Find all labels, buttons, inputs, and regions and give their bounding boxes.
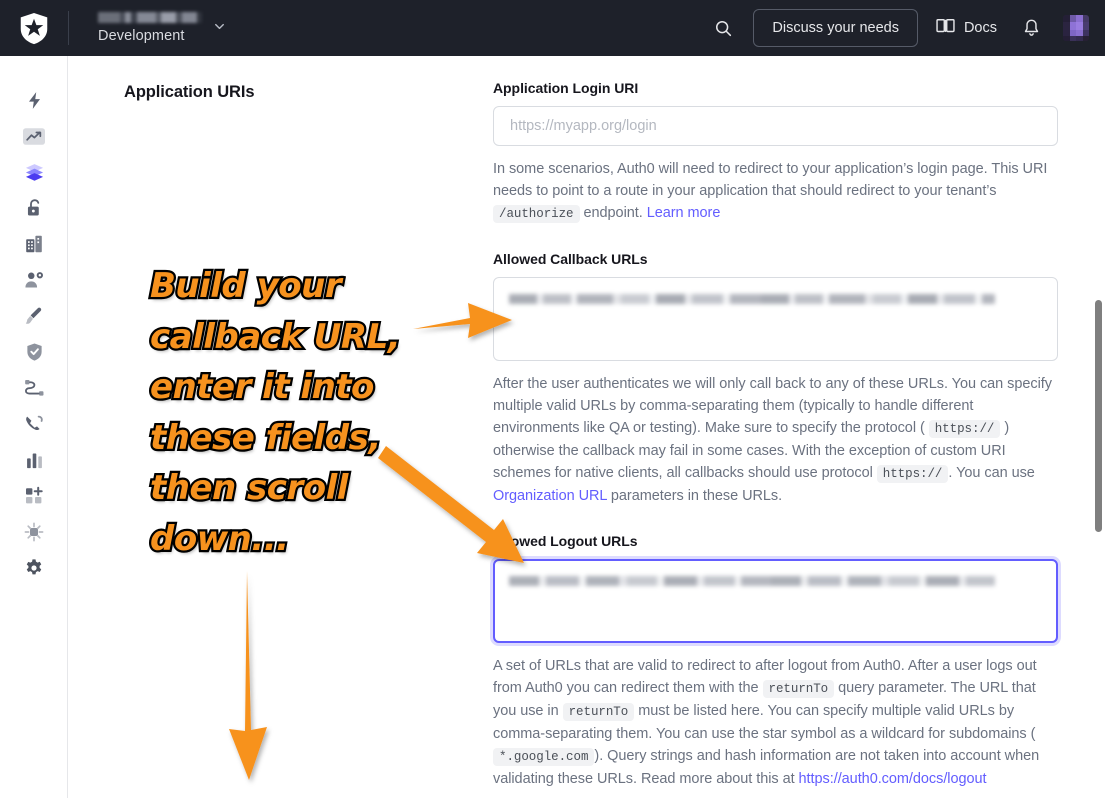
phone-icon xyxy=(23,413,45,435)
sidebar-item-organizations[interactable] xyxy=(0,226,68,262)
logout-docs-link[interactable]: https://auth0.com/docs/logout xyxy=(799,771,987,787)
wildcard-code-chip: *.google.com xyxy=(493,748,595,766)
auth0-logo-icon[interactable] xyxy=(0,0,68,56)
auth0-dashboard-page: Development Discuss your needs Docs Appl… xyxy=(0,0,1105,798)
allowed-callback-urls-field: Allowed Callback URLs After the user aut… xyxy=(493,251,1058,507)
tenant-environment-label: Development xyxy=(98,27,185,44)
docs-label: Docs xyxy=(963,20,997,36)
application-login-uri-label: Application Login URI xyxy=(493,80,639,96)
vertical-scrollbar-track[interactable] xyxy=(1093,56,1105,798)
building-icon xyxy=(23,233,45,255)
help-text-part: parameters in these URLs. xyxy=(606,488,783,504)
application-login-uri-input[interactable] xyxy=(493,106,1058,146)
learn-more-link[interactable]: Learn more xyxy=(647,205,721,221)
tenant-selector[interactable]: Development xyxy=(69,0,227,56)
book-icon xyxy=(936,17,955,39)
sidebar-item-authentication[interactable] xyxy=(0,190,68,226)
lightning-bolt-icon xyxy=(23,89,45,111)
layers-stack-icon xyxy=(23,161,45,183)
left-sidebar-navigation xyxy=(0,56,68,798)
sidebar-item-actions[interactable] xyxy=(0,370,68,406)
docs-link[interactable]: Docs xyxy=(918,9,1009,47)
unlocked-padlock-icon xyxy=(23,197,45,219)
sidebar-item-applications[interactable] xyxy=(0,154,68,190)
allowed-logout-urls-textarea[interactable] xyxy=(493,559,1058,643)
user-gear-icon xyxy=(23,269,45,291)
paintbrush-icon xyxy=(23,305,45,327)
application-login-uri-field: Application Login URI In some scenarios,… xyxy=(493,80,1058,225)
allowed-callback-urls-label: Allowed Callback URLs xyxy=(493,251,648,267)
grid-plus-icon xyxy=(23,485,45,507)
actions-flow-icon xyxy=(23,377,45,399)
returnto-code-chip: returnTo xyxy=(762,680,835,698)
tenant-name-redacted xyxy=(98,11,202,23)
activity-trend-icon xyxy=(23,125,45,147)
sidebar-item-developer-tools[interactable] xyxy=(0,514,68,550)
help-text-part: . You can use xyxy=(948,465,1035,481)
vertical-scrollbar-thumb[interactable] xyxy=(1095,300,1102,532)
authorize-code-chip: /authorize xyxy=(493,205,580,223)
top-navigation-bar: Development Discuss your needs Docs xyxy=(0,0,1105,56)
https-code-chip: https:// xyxy=(928,420,1001,438)
sidebar-item-getting-started[interactable] xyxy=(0,82,68,118)
help-text-part: endpoint. xyxy=(579,205,647,221)
section-left-column: Application URIs xyxy=(68,80,493,798)
shield-check-icon xyxy=(23,341,45,363)
page-title: Application URIs xyxy=(124,83,255,101)
cpu-chip-icon xyxy=(23,521,45,543)
help-text-part: In some scenarios, Auth0 will need to re… xyxy=(493,161,1048,199)
organization-url-link[interactable]: Organization URL xyxy=(493,488,607,504)
https-code-chip: https:// xyxy=(876,465,949,483)
sidebar-item-settings[interactable] xyxy=(0,550,68,586)
allowed-callback-urls-help: After the user authenticates we will onl… xyxy=(493,373,1058,507)
returnto-code-chip: returnTo xyxy=(562,703,635,721)
chevron-down-icon xyxy=(212,19,227,39)
sidebar-item-marketplace[interactable] xyxy=(0,478,68,514)
application-login-uri-help: In some scenarios, Auth0 will need to re… xyxy=(493,158,1058,225)
bell-icon[interactable] xyxy=(1009,9,1053,47)
sidebar-item-branding[interactable] xyxy=(0,298,68,334)
logout-urls-value-redacted xyxy=(509,576,995,586)
avatar[interactable] xyxy=(1063,15,1089,41)
allowed-logout-urls-help: A set of URLs that are valid to redirect… xyxy=(493,655,1058,790)
top-bar-actions: Discuss your needs Docs xyxy=(703,0,1105,56)
sidebar-item-monitoring[interactable] xyxy=(0,442,68,478)
sidebar-item-user-management[interactable] xyxy=(0,262,68,298)
main-content-scroll-area: Application URIs Application Login URI I… xyxy=(68,56,1105,798)
discuss-your-needs-button[interactable]: Discuss your needs xyxy=(753,9,918,47)
sidebar-item-activity[interactable] xyxy=(0,118,68,154)
allowed-logout-urls-field: Allowed Logout URLs A set of URLs that a… xyxy=(493,533,1058,790)
search-icon[interactable] xyxy=(703,9,743,47)
sidebar-item-auth-pipeline[interactable] xyxy=(0,406,68,442)
callback-urls-value-redacted xyxy=(509,294,995,304)
section-fields-column: Application Login URI In some scenarios,… xyxy=(493,80,1105,798)
bar-chart-icon xyxy=(23,449,45,471)
allowed-logout-urls-label: Allowed Logout URLs xyxy=(493,533,638,549)
allowed-callback-urls-textarea[interactable] xyxy=(493,277,1058,361)
gear-icon xyxy=(23,557,45,579)
sidebar-item-security[interactable] xyxy=(0,334,68,370)
